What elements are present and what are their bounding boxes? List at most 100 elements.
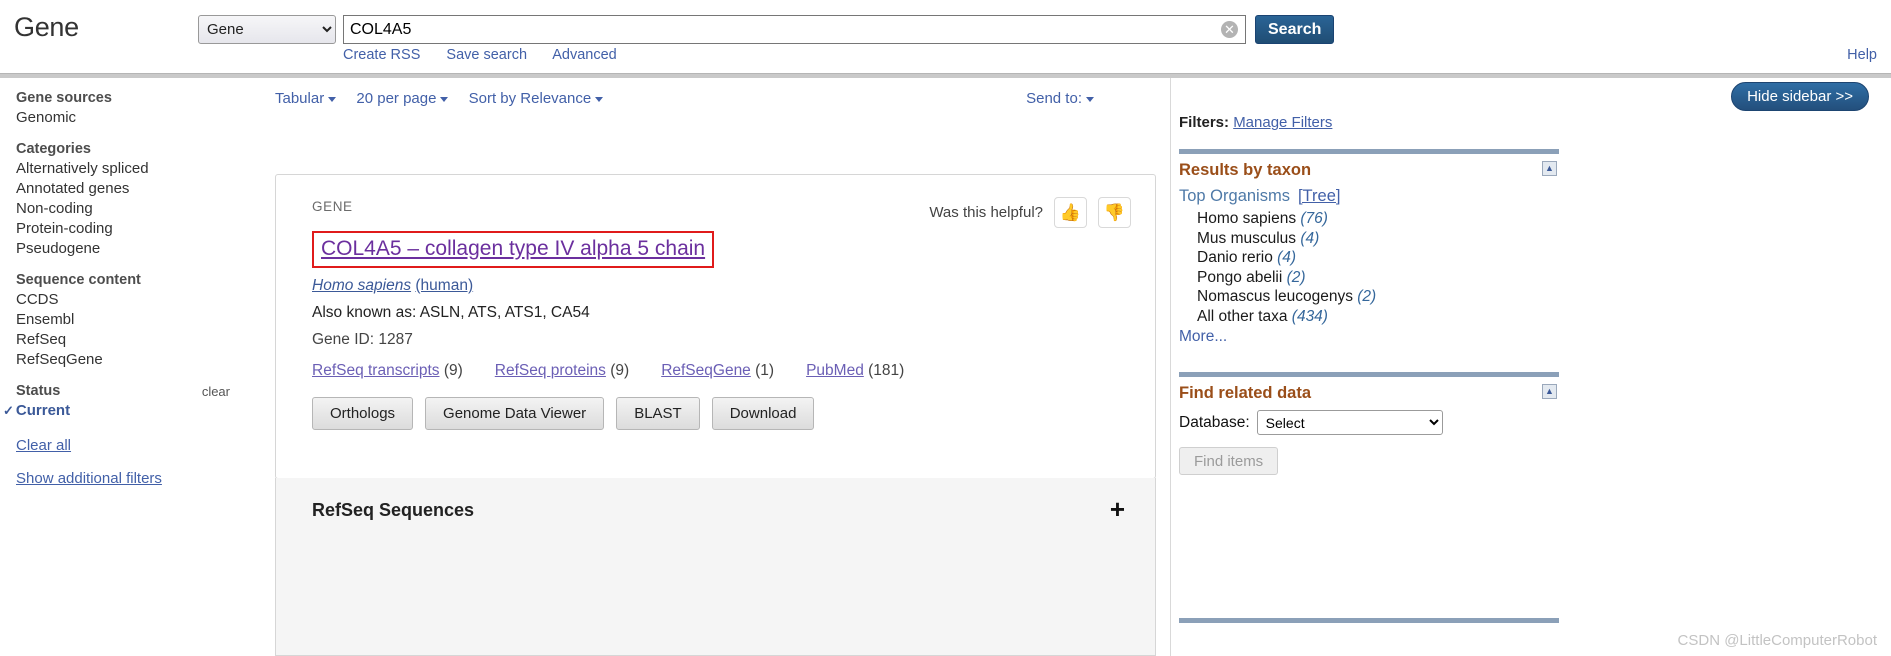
filter-item-alternatively-spliced[interactable]: Alternatively spliced bbox=[16, 159, 246, 179]
related-database-select[interactable]: Select bbox=[1256, 410, 1443, 435]
taxon-item-all-other-taxa[interactable]: All other taxa (434) bbox=[1179, 307, 1891, 327]
sort-dropdown[interactable]: Sort by Relevance bbox=[469, 90, 604, 107]
create-rss-link[interactable]: Create RSS bbox=[343, 47, 420, 63]
filter-group-title: Sequence content bbox=[16, 272, 141, 288]
close-circle-icon[interactable]: ✕ bbox=[1221, 21, 1238, 38]
taxon-count: (76) bbox=[1300, 210, 1328, 227]
refseq-transcripts-count: (9) bbox=[443, 362, 463, 379]
hide-sidebar-button[interactable]: Hide sidebar >> bbox=[1731, 82, 1869, 111]
taxon-name: Pongo abelii bbox=[1197, 268, 1283, 286]
filter-item-ccds[interactable]: CCDS bbox=[16, 290, 246, 310]
filter-group-categories: Categories Alternatively spliced Annotat… bbox=[16, 141, 246, 259]
search-input[interactable] bbox=[343, 15, 1246, 44]
portlet-divider bbox=[1179, 149, 1559, 154]
blast-button[interactable]: BLAST bbox=[616, 397, 700, 430]
taxon-count: (4) bbox=[1300, 229, 1320, 247]
refseq-transcripts-link[interactable]: RefSeq transcripts bbox=[312, 362, 440, 379]
page-header: Gene Gene ✕ Search Create RSS Save searc… bbox=[0, 0, 1891, 73]
filter-item-refseqgene[interactable]: RefSeqGene bbox=[16, 350, 246, 370]
search-form: Gene ✕ Search bbox=[198, 15, 1335, 44]
collapse-icon[interactable]: ▲ bbox=[1542, 161, 1557, 176]
filter-group-sequence-content: Sequence content CCDS Ensembl RefSeq Ref… bbox=[16, 272, 246, 370]
pubmed-item: PubMed (181) bbox=[806, 362, 904, 379]
refseq-sequences-panel[interactable]: RefSeq Sequences + bbox=[275, 478, 1156, 656]
per-page-dropdown[interactable]: 20 per page bbox=[356, 90, 449, 107]
refseq-proteins-count: (9) bbox=[610, 362, 630, 379]
gene-id-line: Gene ID: 1287 bbox=[312, 331, 413, 348]
orthologs-button[interactable]: Orthologs bbox=[312, 397, 414, 430]
taxon-item-mus-musculus[interactable]: Mus musculus (4) bbox=[1179, 229, 1891, 249]
top-organisms-header: Top Organisms [Tree] bbox=[1179, 187, 1891, 206]
filter-item-genomic[interactable]: Genomic bbox=[16, 108, 246, 128]
refseq-panel-title: RefSeq Sequences bbox=[312, 500, 475, 520]
search-input-wrapper: ✕ bbox=[343, 15, 1246, 44]
manage-filters-link[interactable]: Manage Filters bbox=[1233, 114, 1332, 131]
chevron-down-icon bbox=[440, 96, 449, 102]
database-title: Gene bbox=[14, 12, 79, 42]
taxon-name: Nomascus leucogenys bbox=[1197, 288, 1353, 305]
taxon-portlet-title: Results by taxon bbox=[1179, 161, 1312, 179]
filters-sidebar: Gene sources Genomic Categories Alternat… bbox=[0, 78, 262, 656]
genome-data-viewer-button[interactable]: Genome Data Viewer bbox=[425, 397, 605, 430]
show-additional-filters-link[interactable]: Show additional filters bbox=[16, 470, 246, 487]
filter-item-refseq[interactable]: RefSeq bbox=[16, 330, 246, 350]
chevron-down-icon bbox=[1086, 96, 1094, 102]
portlet-divider bbox=[1179, 618, 1559, 623]
results-column: Tabular 20 per page Sort by Relevance Se… bbox=[262, 78, 1170, 656]
taxon-tree-link[interactable]: [Tree] bbox=[1298, 187, 1340, 205]
refseq-proteins-link[interactable]: RefSeq proteins bbox=[495, 362, 606, 379]
filter-item-non-coding[interactable]: Non-coding bbox=[16, 199, 246, 219]
advanced-search-link[interactable]: Advanced bbox=[552, 47, 617, 63]
gene-title-link[interactable]: COL4A5 – collagen type IV alpha 5 chain bbox=[321, 237, 705, 260]
also-known-as-line: Also known as: ASLN, ATS, ATS1, CA54 bbox=[312, 304, 590, 321]
chevron-down-icon bbox=[328, 96, 337, 102]
database-label: Database: bbox=[1179, 413, 1250, 431]
pubmed-count: (181) bbox=[868, 362, 905, 379]
filter-item-pseudogene[interactable]: Pseudogene bbox=[16, 239, 246, 259]
database-select[interactable]: Gene bbox=[198, 15, 336, 44]
pubmed-link[interactable]: PubMed bbox=[806, 362, 864, 379]
refseqgene-link[interactable]: RefSeqGene bbox=[661, 362, 751, 379]
organism-line: Homo sapiens (human) bbox=[312, 277, 1127, 295]
organism-scientific-link[interactable]: Homo sapiens bbox=[312, 277, 411, 294]
taxon-name: Homo sapiens bbox=[1197, 210, 1297, 227]
filter-item-annotated-genes[interactable]: Annotated genes bbox=[16, 179, 246, 199]
taxon-item-danio-rerio[interactable]: Danio rerio (4) bbox=[1179, 248, 1891, 268]
send-to-label: Send to: bbox=[1026, 90, 1082, 107]
page-body: Gene sources Genomic Categories Alternat… bbox=[0, 78, 1891, 656]
taxon-count: (434) bbox=[1291, 307, 1328, 325]
watermark-text: CSDN @LittleComputerRobot bbox=[1677, 632, 1877, 649]
gene-result-card: GENE Was this helpful? 👍 👎 COL4A5 – coll… bbox=[275, 174, 1156, 479]
refseq-transcripts-item: RefSeq transcripts (9) bbox=[312, 362, 463, 379]
filter-group-title: Gene sources bbox=[16, 90, 112, 106]
plus-icon[interactable]: + bbox=[1110, 496, 1125, 522]
thumbs-up-icon[interactable]: 👍 bbox=[1054, 197, 1087, 228]
filter-group-gene-sources: Gene sources Genomic bbox=[16, 90, 246, 128]
top-organisms-label: Top Organisms bbox=[1179, 187, 1290, 205]
help-link[interactable]: Help bbox=[1847, 47, 1877, 63]
collapse-icon[interactable]: ▲ bbox=[1542, 384, 1557, 399]
taxon-item-pongo-abelii[interactable]: Pongo abelii (2) bbox=[1179, 268, 1891, 288]
taxon-name: Mus musculus bbox=[1197, 229, 1297, 247]
clear-all-link[interactable]: Clear all bbox=[16, 437, 246, 454]
taxon-item-nomascus-leucogenys[interactable]: Nomascus leucogenys (2) bbox=[1179, 287, 1891, 307]
feedback-prompt: Was this helpful? bbox=[929, 204, 1043, 221]
filter-item-current[interactable]: ✓ Current bbox=[3, 401, 246, 421]
refseq-proteins-item: RefSeq proteins (9) bbox=[495, 362, 629, 379]
find-items-button[interactable]: Find items bbox=[1179, 447, 1279, 475]
filter-item-ensembl[interactable]: Ensembl bbox=[16, 310, 246, 330]
download-button[interactable]: Download bbox=[711, 397, 815, 430]
search-button[interactable]: Search bbox=[1255, 15, 1335, 44]
send-to-dropdown[interactable]: Send to: bbox=[1026, 90, 1094, 107]
taxon-more-link[interactable]: More... bbox=[1179, 328, 1891, 346]
filter-item-protein-coding[interactable]: Protein-coding bbox=[16, 219, 246, 239]
taxon-count: (4) bbox=[1277, 249, 1297, 266]
thumbs-down-icon[interactable]: 👎 bbox=[1098, 197, 1131, 228]
clear-status-link[interactable]: clear bbox=[202, 384, 230, 399]
taxon-count: (2) bbox=[1357, 288, 1377, 305]
display-format-dropdown[interactable]: Tabular bbox=[275, 90, 337, 107]
taxon-item-homo-sapiens[interactable]: Homo sapiens (76) bbox=[1179, 209, 1891, 229]
save-search-link[interactable]: Save search bbox=[446, 47, 527, 63]
find-related-data-portlet: ▲ Find related data Database: Select Fin… bbox=[1177, 372, 1891, 475]
organism-common-link[interactable]: (human) bbox=[415, 277, 473, 294]
